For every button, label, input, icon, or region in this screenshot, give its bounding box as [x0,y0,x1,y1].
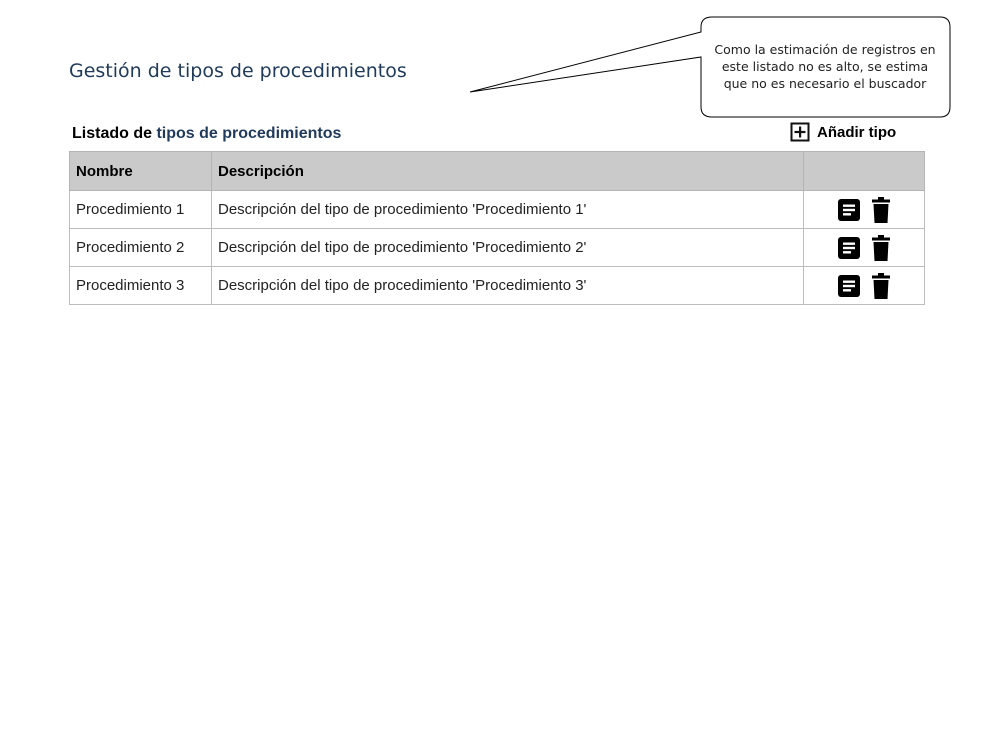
table-header-row: Nombre Descripción [69,151,925,191]
procedures-table: Nombre Descripción Procedimiento 1 Descr… [69,151,925,305]
trash-icon[interactable] [871,196,891,223]
callout-text: Como la estimación de registros en este … [703,41,947,92]
add-type-button[interactable]: Añadir tipo [790,122,896,142]
list-title-accent: tipos de procedimientos [156,125,342,142]
cell-actions [803,228,925,267]
table-row: Procedimiento 2 Descripción del tipo de … [69,228,925,267]
cell-descripcion: Descripción del tipo de procedimiento 'P… [211,228,804,267]
callout-line: Como la estimación de registros en [714,42,936,57]
document-icon[interactable] [837,274,861,298]
cell-actions [803,190,925,229]
document-icon[interactable] [837,198,861,222]
callout-bubble [469,16,951,118]
list-title-prefix: Listado de [72,125,157,142]
cell-descripcion: Descripción del tipo de procedimiento 'P… [211,266,804,305]
table-row: Procedimiento 1 Descripción del tipo de … [69,190,925,229]
trash-icon[interactable] [871,272,891,299]
cell-nombre: Procedimiento 1 [69,190,212,229]
callout-line: que no es necesario el buscador [723,76,927,91]
column-header-nombre: Nombre [69,151,212,191]
cell-descripcion: Descripción del tipo de procedimiento 'P… [211,190,804,229]
document-icon[interactable] [837,236,861,260]
plus-square-icon [790,122,810,142]
cell-actions [803,266,925,305]
column-header-acciones [803,151,925,191]
list-title: Listado de tipos de procedimientos [72,125,341,143]
page-title: Gestión de tipos de procedimientos [69,60,407,82]
add-type-label: Añadir tipo [817,123,897,141]
callout-line: este listado no es alto, se estima [721,59,929,74]
cell-nombre: Procedimiento 2 [69,228,212,267]
trash-icon[interactable] [871,234,891,261]
cell-nombre: Procedimiento 3 [69,266,212,305]
column-header-descripcion: Descripción [211,151,804,191]
table-row: Procedimiento 3 Descripción del tipo de … [69,266,925,305]
